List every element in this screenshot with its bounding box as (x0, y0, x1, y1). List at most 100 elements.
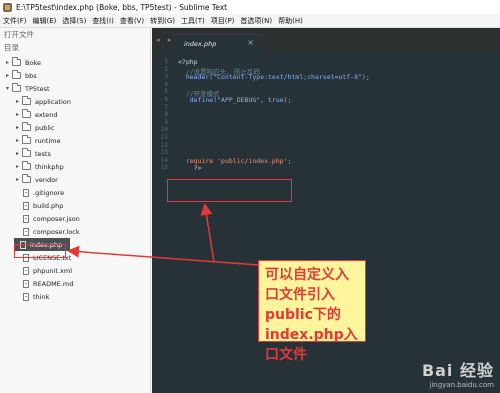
chevron-right-icon[interactable]: ▸ (4, 72, 11, 79)
chevron-right-icon[interactable]: ▸ (14, 98, 21, 105)
tree-file-think[interactable]: think (0, 290, 150, 303)
chevron-right-icon[interactable]: ▸ (14, 137, 21, 144)
watermark-url: jingyan.baidu.com (429, 381, 494, 389)
tree-item-label: tests (35, 149, 51, 158)
watermark-brand: Bai 经验 (422, 357, 494, 381)
tab-index-php[interactable]: index.php × (172, 34, 260, 52)
file-icon (23, 292, 29, 301)
line-number-gutter: 1 2 3 4 5 6 7 8 9 10 11 12 13 14 15 (152, 52, 176, 393)
tree-item-label: think (33, 292, 50, 301)
tree-file-phpunit-xml[interactable]: phpunit.xml (0, 264, 150, 277)
tree-item-label: application (35, 97, 71, 106)
tree-folder-tp5test[interactable]: ▾ TP5test (0, 82, 150, 95)
annotation-callout: 可以自定义入口文件引入public下的index.php入口文件 (258, 260, 366, 363)
tree-folder-boke[interactable]: ▸ Boke (0, 56, 150, 69)
tree-item-label: extend (35, 110, 58, 119)
chevron-right-icon[interactable]: ▸ (14, 150, 21, 157)
line-number: 12 (160, 141, 168, 149)
baidu-watermark: Bai 经验 jingyan.baidu.com (422, 357, 494, 389)
folder-icon (22, 109, 31, 118)
chevron-right-icon[interactable]: ▸ (14, 163, 21, 170)
menu-find[interactable]: 查找(I) (92, 16, 114, 26)
line-number: 11 (160, 134, 168, 141)
sidebar: 打开文件 目录 ▸ Boke ▸ bbs ▾ TP5test ▸ application ▸ ex… (0, 28, 151, 393)
tab-label: index.php (184, 39, 217, 48)
menu-edit[interactable]: 编辑(E) (33, 16, 57, 26)
chevron-right-icon[interactable]: ▸ (14, 176, 21, 183)
tree-item-label: Boke (25, 58, 41, 67)
file-icon (23, 214, 29, 223)
line-number: 15 (160, 164, 168, 172)
tree-folder-extend[interactable]: ▸ extend (0, 108, 150, 121)
tree-item-label: .gitignore (33, 188, 65, 197)
tree-item-label: runtime (35, 136, 61, 145)
chevron-right-icon[interactable]: ▸ (14, 111, 21, 118)
tree-item-label: composer.lock (33, 227, 80, 236)
menu-bar: 文件(F) 编辑(E) 选择(S) 查找(I) 查看(V) 转到(G) 工具(T… (0, 14, 500, 28)
title-bar: E:\TP5test\index.php (Boke, bbs, TP5test… (0, 0, 500, 14)
line-number: 14 (160, 156, 168, 164)
tree-folder-tests[interactable]: ▸ tests (0, 147, 150, 160)
menu-selection[interactable]: 选择(S) (62, 16, 86, 26)
folder-icon (12, 83, 21, 92)
tree-folder-application[interactable]: ▸ application (0, 95, 150, 108)
menu-preferences[interactable]: 首选项(N) (240, 16, 272, 26)
line-number: 9 (164, 118, 168, 126)
tree-file-readme-md[interactable]: README.md (0, 277, 150, 290)
tree-file-build-php[interactable]: build.php (0, 199, 150, 212)
folder-icon (12, 70, 21, 79)
code-line[interactable]: header("Content-Type:text/html;charset=u… (178, 73, 370, 81)
sublime-app-icon (3, 2, 12, 12)
chevron-right-icon[interactable]: ▸ (4, 59, 11, 66)
line-number: 3 (164, 73, 168, 81)
tree-item-label: vendor (35, 175, 58, 184)
tree-item-label: TP5test (25, 84, 50, 93)
line-number: 10 (160, 126, 168, 134)
menu-goto[interactable]: 转到(G) (150, 16, 175, 26)
folder-icon (22, 122, 31, 131)
tree-folder-runtime[interactable]: ▸ runtime (0, 134, 150, 147)
file-icon (23, 279, 29, 288)
tree-file-composer-lock[interactable]: composer.lock (0, 225, 150, 238)
folder-icon (22, 161, 31, 170)
folder-icon (12, 57, 21, 66)
callout-text: 可以自定义入口文件引入public下的index.php入口文件 (265, 267, 358, 363)
file-icon (23, 227, 29, 236)
tree-folder-public[interactable]: ▸ public (0, 121, 150, 134)
file-icon (23, 188, 29, 197)
menu-file[interactable]: 文件(F) (3, 16, 27, 26)
code-line[interactable]: ?> (178, 164, 202, 172)
code-line[interactable]: define("APP_DEBUG", true); (178, 96, 292, 104)
tree-item-label: thinkphp (35, 162, 64, 171)
tree-item-label: build.php (33, 201, 64, 210)
folder-icon (22, 135, 31, 144)
chevron-down-icon[interactable]: ▾ (4, 85, 11, 92)
file-icon (23, 201, 29, 210)
highlight-box-index-file (14, 244, 66, 258)
line-number: 5 (164, 88, 168, 96)
menu-view[interactable]: 查看(V) (120, 16, 144, 26)
line-number: 6 (164, 96, 168, 103)
chevron-right-icon[interactable]: ▸ (14, 124, 21, 131)
window-title: E:\TP5test\index.php (Boke, bbs, TP5test… (16, 2, 228, 12)
tree-folder-vendor[interactable]: ▸ vendor (0, 173, 150, 186)
folders-label: 目录 (4, 43, 19, 52)
folder-icon (22, 174, 31, 183)
line-number: 2 (164, 65, 168, 73)
folder-icon (22, 148, 31, 157)
menu-tools[interactable]: 工具(T) (181, 16, 205, 26)
folder-icon (22, 96, 31, 105)
menu-help[interactable]: 帮助(H) (278, 16, 303, 26)
tree-folder-thinkphp[interactable]: ▸ thinkphp (0, 160, 150, 173)
tab-bar: ◂ ▸ index.php × (152, 28, 500, 52)
line-number: 1 (164, 58, 168, 65)
line-number: 4 (164, 80, 168, 88)
tree-file-composer-json[interactable]: composer.json (0, 212, 150, 225)
file-icon (23, 266, 29, 275)
line-number: 13 (160, 149, 168, 157)
tree-item-label: bbs (25, 71, 37, 80)
tree-file--gitignore[interactable]: .gitignore (0, 186, 150, 199)
close-icon[interactable]: × (247, 38, 254, 47)
tree-folder-bbs[interactable]: ▸ bbs (0, 69, 150, 82)
menu-project[interactable]: 项目(P) (211, 16, 235, 26)
